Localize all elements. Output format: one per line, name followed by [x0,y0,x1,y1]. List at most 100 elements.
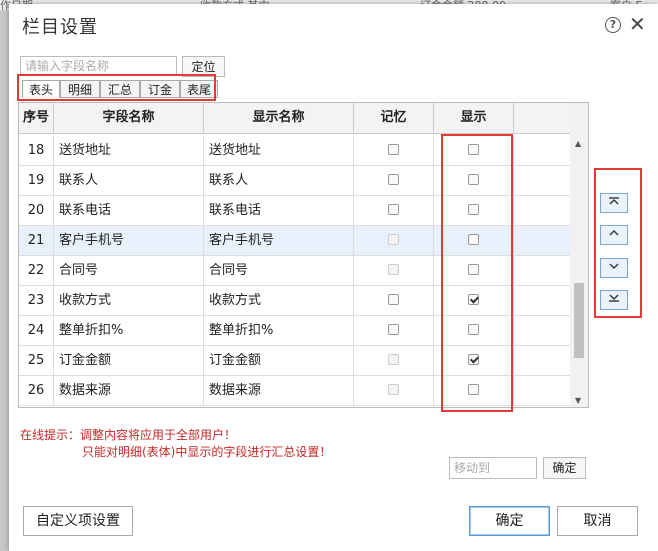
field-search-input[interactable] [20,56,177,76]
ok-button[interactable]: 确定 [469,506,550,536]
table-row[interactable]: 23 收款方式 收款方式 [19,286,570,316]
dialog-title: 栏目设置 [22,17,98,38]
row-field-name: 收款方式 [54,286,204,315]
table-row[interactable]: 21 客户手机号 客户手机号 [19,226,570,256]
remember-checkbox-cell [354,316,434,345]
remember-checkbox-cell [354,346,434,375]
table-row[interactable]: 24 整单折扣% 整单折扣% [19,316,570,346]
remember-checkbox-cell [354,256,434,285]
tabs-highlight-box [17,74,216,101]
show-checkbox-cell [434,196,514,225]
show-checkbox[interactable] [468,204,479,215]
remember-checkbox [388,234,399,245]
remember-checkbox[interactable] [388,144,399,155]
show-checkbox-cell [434,346,514,375]
remember-checkbox [388,354,399,365]
row-display-name: 收款方式 [204,286,354,315]
move-up-button[interactable] [600,225,628,245]
show-checkbox-cell [434,376,514,405]
table-row[interactable]: 19 联系人 联系人 [19,166,570,196]
move-bottom-icon [609,294,619,302]
show-checkbox[interactable] [468,234,479,245]
table-row[interactable]: 20 联系电话 联系电话 [19,196,570,226]
col-header-remember[interactable]: 记忆 [354,103,434,133]
row-index: 20 [19,196,54,225]
online-hint-line1: 在线提示：调整内容将应用于全部用户！ [20,428,237,442]
table-row[interactable]: 25 订金金额 订金金额 [19,346,570,376]
row-field-name: 送货地址 [54,136,204,165]
scroll-thumb[interactable] [574,283,584,358]
move-bottom-button[interactable] [600,290,628,310]
table-row[interactable]: 26 数据来源 数据来源 [19,376,570,406]
remember-checkbox[interactable] [388,294,399,305]
remember-checkbox-cell [354,226,434,255]
show-checkbox-cell [434,286,514,315]
remember-checkbox-cell [354,136,434,165]
custom-items-settings-button[interactable]: 自定义项设置 [23,506,133,536]
show-checkbox-cell [434,136,514,165]
show-checkbox[interactable] [468,354,479,365]
remember-checkbox [388,384,399,395]
show-checkbox[interactable] [468,174,479,185]
row-index: 18 [19,136,54,165]
table-row[interactable]: 22 合同号 合同号 [19,256,570,286]
col-header-show[interactable]: 显示 [434,103,514,133]
move-top-button[interactable] [600,193,628,213]
row-index: 24 [19,316,54,345]
move-to-input[interactable] [449,457,537,479]
row-field-name: 客户手机号 [54,226,204,255]
field-grid: 序号 字段名称 显示名称 记忆 显示 18 送货地址 送货地址 19 联系人 联系人 20 联… [18,102,589,408]
scroll-up-arrow-icon[interactable]: ▲ [575,139,581,148]
show-checkbox[interactable] [468,294,479,305]
row-field-name: 订金金额 [54,346,204,375]
row-index: 26 [19,376,54,405]
col-header-field-name[interactable]: 字段名称 [54,103,204,133]
row-field-name: 联系电话 [54,196,204,225]
grid-scrollbar[interactable]: ▲ ▼ [570,103,588,407]
row-field-name: 整单折扣% [54,316,204,345]
show-checkbox-cell [434,316,514,345]
row-display-name: 数据来源 [204,376,354,405]
close-icon[interactable]: ✕ [629,12,646,36]
help-icon[interactable]: ? [605,17,621,33]
title-bar: 栏目设置 ? ✕ [9,4,658,44]
move-top-icon [609,197,619,205]
row-field-name: 合同号 [54,256,204,285]
scroll-down-arrow-icon[interactable]: ▼ [575,396,581,405]
move-down-button[interactable] [600,258,628,278]
row-display-name: 订金金额 [204,346,354,375]
show-checkbox[interactable] [468,264,479,275]
move-up-icon [609,230,619,236]
row-display-name: 送货地址 [204,136,354,165]
row-field-name: 联系人 [54,166,204,195]
remember-checkbox[interactable] [388,174,399,185]
row-index: 19 [19,166,54,195]
show-checkbox-cell [434,256,514,285]
remember-checkbox-cell [354,286,434,315]
background-edge [0,0,9,551]
row-display-name: 客户手机号 [204,226,354,255]
col-header-display-name[interactable]: 显示名称 [204,103,354,133]
row-index: 23 [19,286,54,315]
row-index: 22 [19,256,54,285]
remember-checkbox[interactable] [388,324,399,335]
show-checkbox[interactable] [468,144,479,155]
remember-checkbox-cell [354,376,434,405]
grid-header: 序号 字段名称 显示名称 记忆 显示 [19,103,570,134]
row-index: 25 [19,346,54,375]
remember-checkbox-cell [354,196,434,225]
row-display-name: 联系电话 [204,196,354,225]
remember-checkbox[interactable] [388,204,399,215]
show-checkbox[interactable] [468,384,479,395]
remember-checkbox [388,264,399,275]
show-checkbox[interactable] [468,324,479,335]
cancel-button[interactable]: 取消 [557,506,638,536]
show-checkbox-cell [434,226,514,255]
show-checkbox-cell [434,166,514,195]
table-row[interactable]: 18 送货地址 送货地址 [19,136,570,166]
move-to-confirm-button[interactable]: 确定 [543,457,586,479]
col-header-index[interactable]: 序号 [19,103,54,133]
online-hint-line2: 只能对明细(表体)中显示的字段进行汇总设置！ [82,445,332,459]
row-index: 21 [19,226,54,255]
row-display-name: 合同号 [204,256,354,285]
